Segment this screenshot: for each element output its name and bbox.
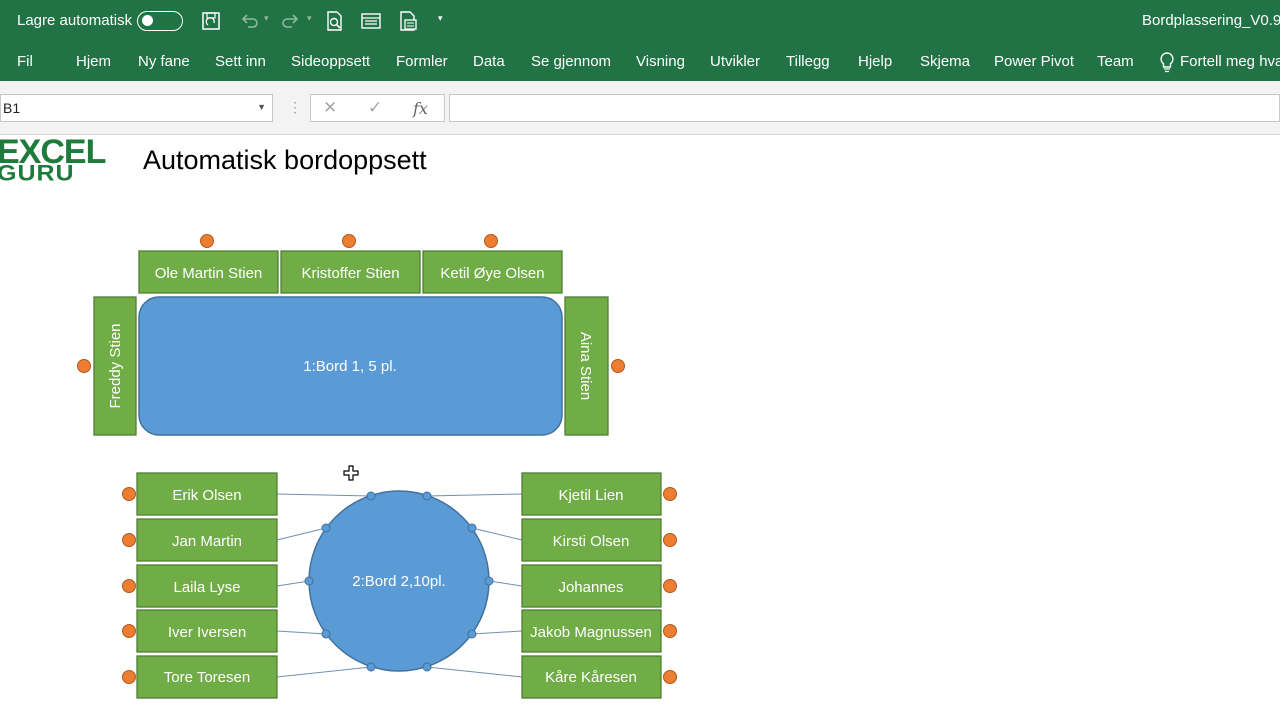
name-box[interactable]: B1 ▼: [0, 94, 273, 122]
tab-sett-inn[interactable]: Sett inn: [215, 53, 266, 70]
lightbulb-icon[interactable]: [1158, 51, 1176, 73]
seat-label: Ole Martin Stien: [155, 265, 263, 282]
form-icon[interactable]: [360, 10, 382, 32]
chevron-down-icon[interactable]: ▼: [257, 102, 266, 112]
seat-marker[interactable]: [200, 234, 214, 248]
export-icon[interactable]: [397, 10, 419, 32]
seat-aina-stien[interactable]: Aina Stien: [564, 296, 609, 436]
seat-label: Jakob Magnussen: [530, 624, 652, 641]
enter-check-icon[interactable]: ✓: [368, 98, 382, 118]
seat-ole-martin-stien[interactable]: Ole Martin Stien: [138, 250, 279, 294]
ribbon-tabs: Fil Hjem Ny fane Sett inn Sideoppsett Fo…: [0, 42, 1280, 81]
seat-johannes[interactable]: Johannes: [521, 564, 677, 608]
seat-laila-lyse[interactable]: Laila Lyse: [122, 564, 278, 608]
seat-tore-toresen[interactable]: Tore Toresen: [122, 655, 278, 699]
cancel-icon[interactable]: ✕: [323, 98, 337, 118]
seat-label: Kirsti Olsen: [553, 533, 630, 550]
seat-label: Iver Iversen: [168, 624, 246, 641]
tab-power-pivot[interactable]: Power Pivot: [994, 53, 1074, 70]
tab-tillegg[interactable]: Tillegg: [786, 53, 830, 70]
seat-label: Kåre Kåresen: [545, 669, 637, 686]
seat-label: Tore Toresen: [164, 669, 250, 686]
document-title: Bordplassering_V0.9.x: [1142, 12, 1280, 29]
tab-sideoppsett[interactable]: Sideoppsett: [291, 53, 370, 70]
seat-kjetil-lien[interactable]: Kjetil Lien: [521, 472, 677, 516]
redo-icon[interactable]: [280, 10, 302, 32]
tab-hjem[interactable]: Hjem: [76, 53, 111, 70]
table-1-group: Ole Martin Stien Kristoffer Stien Ketil …: [77, 234, 625, 436]
seat-ketil-oye-olsen[interactable]: Ketil Øye Olsen: [422, 250, 563, 294]
seating-diagram: Ole Martin Stien Kristoffer Stien Ketil …: [77, 234, 677, 699]
tab-fil[interactable]: Fil: [17, 53, 33, 70]
seat-label: Kjetil Lien: [558, 487, 623, 504]
tab-team[interactable]: Team: [1097, 53, 1134, 70]
title-bar: Lagre automatisk ▾ ▾ ▾ Bordplassering_V0…: [0, 0, 1280, 42]
worksheet[interactable]: EXCEL GURU Automatisk bordoppsett Ole Ma…: [0, 135, 1280, 720]
seat-label: Laila Lyse: [174, 579, 241, 596]
tab-utvikler[interactable]: Utvikler: [710, 53, 760, 70]
table-2[interactable]: 2:Bord 2,10pl.: [308, 490, 490, 672]
undo-caret-icon[interactable]: ▾: [264, 13, 269, 24]
seat-label: Ketil Øye Olsen: [440, 265, 544, 282]
formula-bar-grip-icon[interactable]: ⋮: [288, 99, 302, 116]
print-preview-icon[interactable]: [323, 10, 345, 32]
seat-label: Freddy Stien: [107, 323, 124, 408]
seat-label: Erik Olsen: [172, 487, 241, 504]
formula-bar: B1 ▼ ⋮ ✕ ✓ fx: [0, 81, 1280, 135]
seat-jan-martin[interactable]: Jan Martin: [122, 518, 278, 562]
tab-skjema[interactable]: Skjema: [920, 53, 970, 70]
formula-input[interactable]: [449, 94, 1280, 122]
undo-icon[interactable]: [238, 10, 260, 32]
tab-visning[interactable]: Visning: [636, 53, 685, 70]
table-1[interactable]: 1:Bord 1, 5 pl.: [138, 296, 563, 436]
formula-buttons: ✕ ✓ fx: [310, 94, 445, 122]
seat-marker[interactable]: [484, 234, 498, 248]
cell-cursor-icon: [343, 465, 359, 481]
autosave-toggle[interactable]: [137, 11, 183, 31]
table-2-group: 2:Bord 2,10pl. Erik Olsen Jan Martin Lai…: [122, 472, 677, 699]
seat-marker[interactable]: [77, 359, 91, 373]
tab-ny-fane[interactable]: Ny fane: [138, 53, 190, 70]
customize-caret-icon[interactable]: ▾: [438, 13, 443, 24]
table-2-label: 2:Bord 2,10pl.: [352, 573, 445, 590]
seat-kristoffer-stien[interactable]: Kristoffer Stien: [280, 250, 421, 294]
seat-marker[interactable]: [611, 359, 625, 373]
seat-iver-iversen[interactable]: Iver Iversen: [122, 609, 278, 653]
seat-kare-karesen[interactable]: Kåre Kåresen: [521, 655, 677, 699]
table-1-label: 1:Bord 1, 5 pl.: [303, 358, 396, 375]
seat-freddy-stien[interactable]: Freddy Stien: [93, 296, 137, 436]
tab-formler[interactable]: Formler: [396, 53, 448, 70]
autosave-label: Lagre automatisk: [17, 12, 133, 29]
insert-function-icon[interactable]: fx: [413, 99, 428, 118]
tell-me-search[interactable]: Fortell meg hva: [1180, 53, 1280, 70]
seat-jakob-magnussen[interactable]: Jakob Magnussen: [521, 609, 677, 653]
tab-data[interactable]: Data: [473, 53, 505, 70]
toggle-knob: [142, 15, 153, 26]
seat-label: Jan Martin: [172, 533, 242, 550]
tab-se-gjennom[interactable]: Se gjennom: [531, 53, 611, 70]
seat-erik-olsen[interactable]: Erik Olsen: [122, 472, 278, 516]
name-box-value: B1: [3, 100, 21, 116]
redo-caret-icon[interactable]: ▾: [307, 13, 312, 24]
seat-label: Kristoffer Stien: [301, 265, 399, 282]
save-sync-icon[interactable]: [200, 10, 222, 32]
tab-hjelp[interactable]: Hjelp: [858, 53, 892, 70]
seat-label: Johannes: [558, 579, 623, 596]
seat-marker[interactable]: [342, 234, 356, 248]
seat-label: Aina Stien: [577, 332, 594, 400]
seat-kirsti-olsen[interactable]: Kirsti Olsen: [521, 518, 677, 562]
